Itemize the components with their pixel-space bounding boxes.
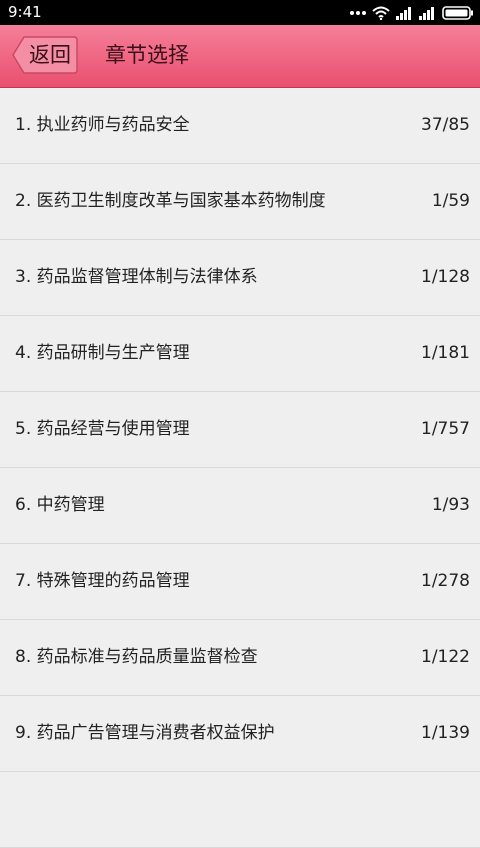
chapter-title: 6. 中药管理 (15, 495, 105, 515)
app-header: 返回 章节选择 (0, 25, 480, 88)
chapter-item-1[interactable]: 1. 执业药师与药品安全 37/85 (0, 88, 480, 164)
chapter-title: 4. 药品研制与生产管理 (15, 343, 190, 363)
chapter-item-4[interactable]: 4. 药品研制与生产管理 1/181 (0, 316, 480, 392)
chapter-title: 1. 执业药师与药品安全 (15, 115, 190, 135)
chapter-progress: 1/93 (431, 495, 470, 515)
chapter-title: 2. 医药卫生制度改革与国家基本药物制度 (15, 191, 326, 211)
chapter-progress: 1/122 (421, 647, 470, 667)
chapter-progress: 37/85 (421, 115, 470, 135)
page-title: 章节选择 (105, 43, 189, 67)
chapter-item-8[interactable]: 8. 药品标准与药品质量监督检查 1/122 (0, 620, 480, 696)
chapter-progress: 1/139 (421, 723, 470, 743)
wifi-icon (372, 6, 390, 20)
status-bar: 9:41 (0, 0, 480, 25)
chapter-title: 5. 药品经营与使用管理 (15, 419, 190, 439)
chapter-title: 7. 特殊管理的药品管理 (15, 571, 190, 591)
status-icons (350, 4, 474, 22)
chapter-item-3[interactable]: 3. 药品监督管理体制与法律体系 1/128 (0, 240, 480, 316)
chapter-item-2[interactable]: 2. 医药卫生制度改革与国家基本药物制度 1/59 (0, 164, 480, 240)
chapter-progress: 1/128 (421, 267, 470, 287)
chapter-title: 8. 药品标准与药品质量监督检查 (15, 647, 258, 667)
chapter-item-5[interactable]: 5. 药品经营与使用管理 1/757 (0, 392, 480, 468)
battery-icon (442, 6, 473, 20)
chapter-item-7[interactable]: 7. 特殊管理的药品管理 1/278 (0, 544, 480, 620)
signal-icon (396, 6, 411, 20)
chapter-progress: 1/59 (431, 191, 470, 211)
chapter-progress: 1/181 (421, 343, 470, 363)
status-time: 9:41 (8, 3, 42, 21)
chapter-progress: 1/278 (421, 571, 470, 591)
chapter-item-10[interactable] (0, 772, 480, 848)
more-dots-icon (350, 11, 366, 15)
chapter-item-9[interactable]: 9. 药品广告管理与消费者权益保护 1/139 (0, 696, 480, 772)
signal-icon (419, 6, 434, 20)
back-button[interactable]: 返回 (12, 36, 78, 74)
chapter-title: 3. 药品监督管理体制与法律体系 (15, 267, 258, 287)
chapter-progress: 1/757 (421, 419, 470, 439)
chapter-item-6[interactable]: 6. 中药管理 1/93 (0, 468, 480, 544)
chapter-list: 1. 执业药师与药品安全 37/85 2. 医药卫生制度改革与国家基本药物制度 … (0, 88, 480, 848)
chapter-title: 9. 药品广告管理与消费者权益保护 (15, 723, 275, 743)
back-label: 返回 (29, 43, 71, 67)
